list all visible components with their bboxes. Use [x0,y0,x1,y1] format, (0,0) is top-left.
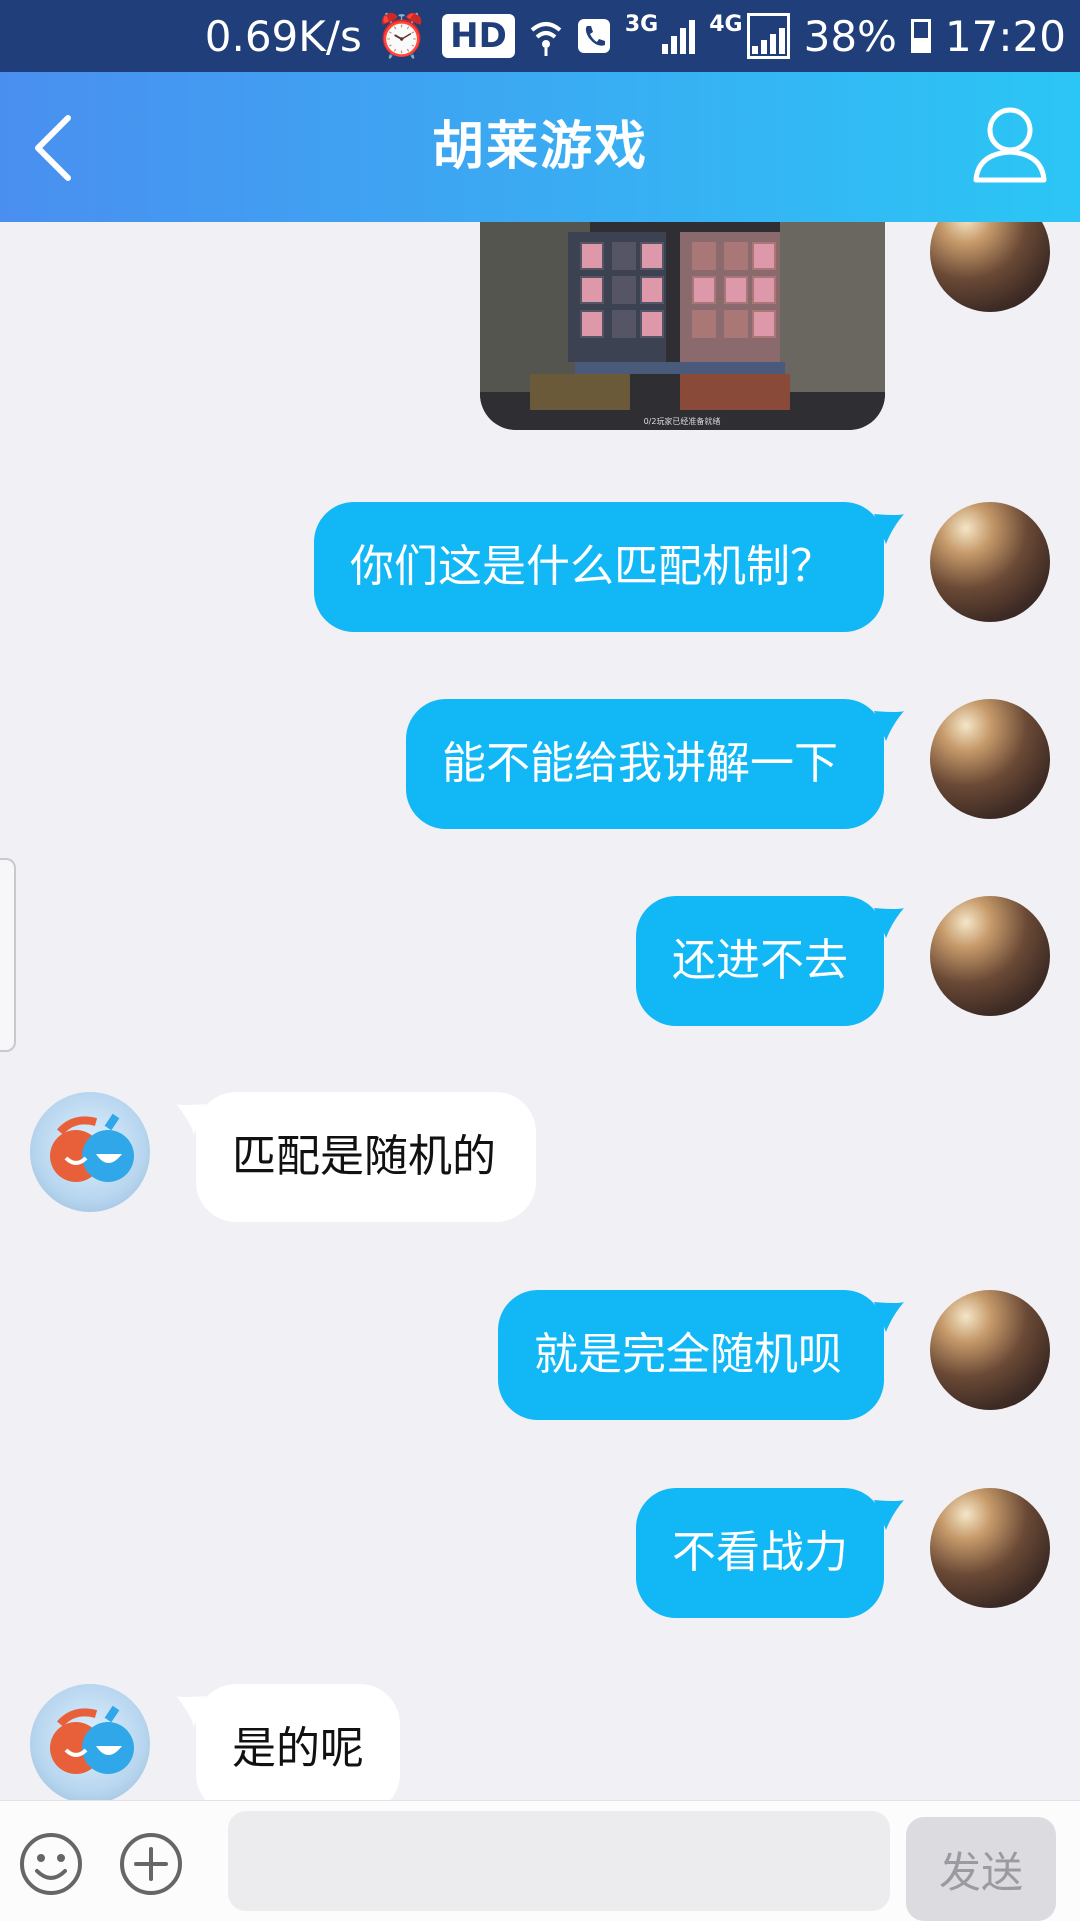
image-message[interactable]: 0/2玩家已经准备就绪 [480,222,885,430]
clock-time: 17:20 [944,11,1066,61]
hd-badge: HD [442,14,515,58]
bubble-tail [874,908,904,938]
bubble-tail [874,711,904,741]
game-screenshot-image: 0/2玩家已经准备就绪 [480,222,885,430]
bubble-tail [874,514,904,544]
avatar[interactable] [30,1684,150,1800]
more-button[interactable] [118,1831,184,1897]
send-button[interactable]: 发送 [906,1817,1056,1921]
message-bubble[interactable]: 匹配是随机的 [196,1092,536,1222]
message-bubble[interactable]: 不看战力 [636,1488,884,1618]
bubble-tail [874,1500,904,1530]
message-bubble[interactable]: 就是完全随机呗 [498,1290,884,1420]
network-4g-label: 4G [709,11,743,37]
edge-handle[interactable] [0,858,16,1052]
battery-percent: 38% [803,11,897,61]
message-bubble[interactable]: 能不能给我讲解一下 [406,699,884,829]
message-bubble[interactable]: 你们这是什么匹配机制？ [314,502,884,632]
net-speed: 0.69K/s [204,11,362,61]
image-caption: 0/2玩家已经准备就绪 [644,416,721,426]
input-bar: 发送 [0,1800,1080,1921]
status-bar: 0.69K/s ⏰ HD 3G 4G 38% 17:20 [0,0,1080,72]
person-icon [973,107,1047,183]
avatar[interactable] [30,1092,150,1212]
avatar[interactable] [930,896,1050,1016]
wifi-icon [530,22,562,56]
phone-icon [577,19,610,53]
message-bubble[interactable]: 还进不去 [636,896,884,1026]
chat-area[interactable]: 0/2玩家已经准备就绪 你们这是什么匹配机制？ 能不能给我讲解一下 还进不去 匹… [0,222,1080,1800]
avatar[interactable] [930,222,1050,312]
game-logo-avatar [50,1113,134,1182]
alarm-icon: ⏰ [375,11,429,60]
bubble-tail [874,1302,904,1332]
avatar[interactable] [930,502,1050,622]
avatar[interactable] [930,1488,1050,1608]
title-bar: 胡莱游戏 [0,72,1080,222]
signal-icon [746,13,790,59]
battery-icon [910,19,931,53]
signal-icon [662,18,696,54]
avatar[interactable] [930,1290,1050,1410]
network-3g-label: 3G [624,11,659,37]
message-input[interactable] [228,1811,890,1911]
avatar[interactable] [930,699,1050,819]
message-bubble[interactable]: 是的呢 [196,1684,400,1800]
page-title: 胡莱游戏 [431,117,648,177]
smiley-icon [20,1833,82,1895]
plus-circle-icon [120,1833,182,1895]
profile-button[interactable] [970,102,1050,186]
game-logo-avatar [50,1705,134,1774]
emoji-button[interactable] [18,1831,84,1897]
